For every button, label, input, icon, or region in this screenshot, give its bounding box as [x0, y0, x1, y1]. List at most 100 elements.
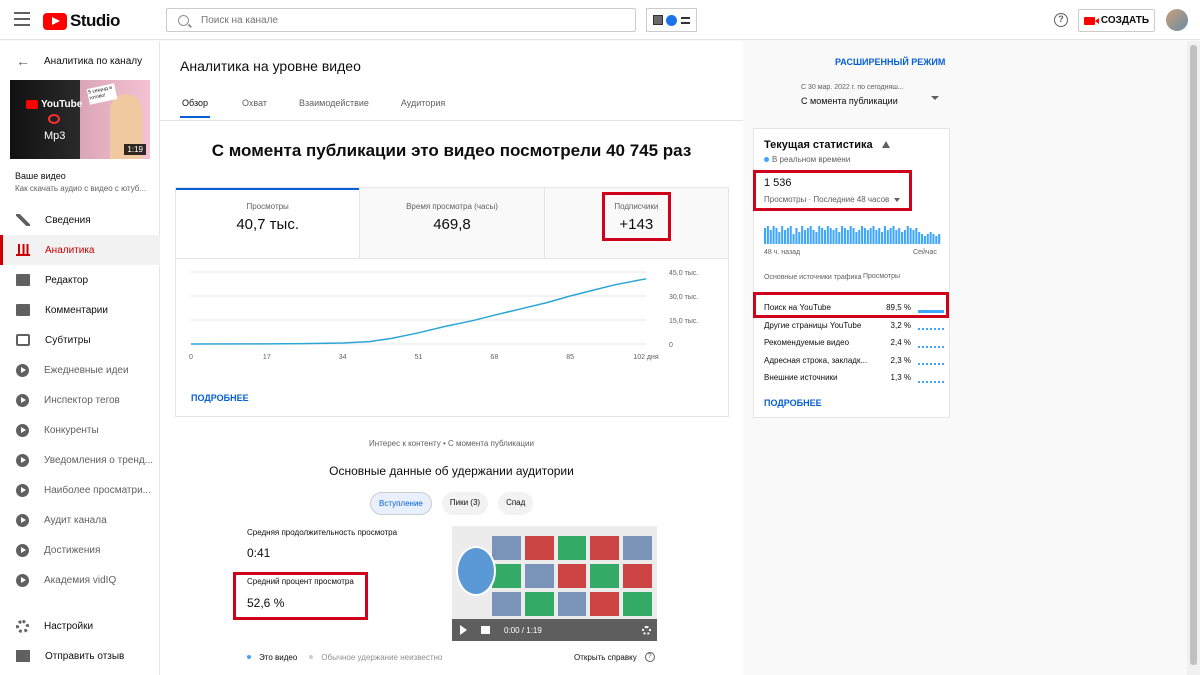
studio-logo[interactable]: Studio — [43, 11, 120, 31]
retention-legend: Это видео Обычное удержание неизвестно — [247, 653, 454, 662]
extensions-box[interactable] — [646, 8, 697, 32]
sidebar-item-analytics[interactable]: Аналитика — [0, 235, 160, 265]
sparkline-bar — [932, 234, 935, 244]
player-person — [456, 546, 496, 596]
open-help-link[interactable]: Открыть справку ? — [574, 652, 655, 662]
feedback-icon — [16, 650, 30, 662]
traffic-source-value: 2,3 % — [890, 355, 911, 365]
traffic-source-sparkline — [918, 302, 944, 313]
headline: С момента публикации это видео посмотрел… — [211, 141, 692, 160]
sidebar-bottom: Настройки Отправить отзыв — [0, 611, 160, 671]
sparkline-bar — [806, 228, 809, 244]
video-player[interactable]: 0:00 / 1:19 — [452, 526, 657, 641]
views-series-line[interactable] — [190, 278, 647, 345]
sidebar-item-subtitles[interactable]: Субтитры — [0, 325, 160, 355]
sidebar-item-editor[interactable]: Редактор — [0, 265, 160, 295]
date-range-sub[interactable]: С 30 мар. 2022 г. по сегодняш... — [801, 84, 911, 91]
sidebar-nav: Сведения Аналитика Редактор Комментарии … — [0, 205, 160, 595]
sparkline-bar — [764, 228, 767, 244]
sparkline-bar — [821, 228, 824, 244]
sidebar-item-feedback[interactable]: Отправить отзыв — [0, 641, 160, 671]
sidebar-item-achievements[interactable]: Достижения — [0, 535, 160, 565]
chip-dips[interactable]: Спад — [498, 492, 534, 515]
volume-icon[interactable] — [481, 626, 490, 634]
sidebar-item-channel-audit[interactable]: Аудит канала — [0, 505, 160, 535]
realtime-card: Текущая статистика В реальном времени 1 … — [753, 128, 950, 418]
sidebar-item-trend-alerts[interactable]: Уведомления о тренд... — [0, 445, 160, 475]
create-button[interactable]: СОЗДАТЬ — [1078, 9, 1155, 32]
sparkline-bar — [815, 232, 818, 244]
advanced-mode-link[interactable]: РАСШИРЕННЫЙ РЕЖИМ — [835, 57, 945, 67]
tab-audience[interactable]: Аудитория — [401, 92, 445, 118]
realtime-period-select[interactable]: Просмотры · Последние 48 часов — [764, 195, 901, 204]
extension-icon[interactable] — [652, 15, 663, 25]
tab-overview[interactable]: Обзор — [180, 92, 210, 118]
tab-reach[interactable]: Охват — [242, 92, 267, 118]
metric-value: 469,8 — [433, 216, 471, 233]
chevron-down-icon[interactable] — [931, 96, 939, 100]
views-chart: 0 15,0 тыс. 30,0 тыс. 45,0 тыс. 0 17 34 51 68 85 1… — [189, 270, 698, 361]
metric-subscribers[interactable]: Подписчики +143 — [543, 188, 728, 258]
sidebar-item-settings[interactable]: Настройки — [0, 611, 160, 641]
metric-label: Время просмотра (часы) — [406, 202, 498, 211]
sparkline-bar — [875, 230, 878, 244]
sparkline-bar — [818, 226, 821, 244]
traffic-source-value: 2,4 % — [890, 338, 911, 348]
scrollbar-thumb[interactable] — [1190, 45, 1197, 665]
sparkline-bar — [883, 226, 886, 244]
sidebar-item-competitors[interactable]: Конкуренты — [0, 415, 160, 445]
vidiq-icon — [16, 393, 29, 407]
legend-item-typical: Обычное удержание неизвестно — [309, 653, 442, 662]
sidebar-item-daily-ideas[interactable]: Ежедневные идеи — [0, 355, 160, 385]
chip-peaks[interactable]: Пики (3) — [441, 492, 489, 515]
play-icon[interactable] — [460, 625, 467, 635]
sidebar-item-label: Аудит канала — [44, 514, 107, 526]
sidebar-item-label: Комментарии — [45, 304, 108, 316]
sidebar-item-label: Достижения — [44, 544, 101, 556]
sparkline-bar — [895, 230, 898, 244]
sparkline-bar — [886, 230, 889, 244]
sidebar-item-label: Наиболее просматри... — [44, 484, 151, 496]
metric-watch-time[interactable]: Время просмотра (часы) 469,8 — [359, 188, 544, 258]
logo-text: Studio — [70, 11, 120, 30]
sparkline-bar — [921, 234, 924, 244]
avatar[interactable] — [1166, 9, 1188, 31]
tab-engagement[interactable]: Взаимодействие — [299, 92, 369, 118]
realtime-more-link[interactable]: ПОДРОБНЕЕ — [764, 398, 822, 408]
page-scrollbar[interactable] — [1187, 41, 1200, 675]
sparkline-bar — [801, 226, 804, 244]
sparkline-bar — [778, 232, 781, 244]
sidebar-item-label: Редактор — [45, 274, 89, 286]
vidiq-extension-icon[interactable] — [666, 14, 678, 26]
collapse-icon[interactable] — [882, 141, 890, 148]
traffic-source-row: Адресная строка, закладк... 2,3 % — [764, 352, 944, 370]
sidebar-item-most-viewed[interactable]: Наиболее просматри... — [0, 475, 160, 505]
menu-icon[interactable] — [14, 12, 30, 26]
sparkline-bar — [809, 226, 812, 244]
player-preview-grid — [492, 536, 652, 616]
sidebar-item-label: Инспектор тегов — [44, 394, 120, 406]
create-label: СОЗДАТЬ — [1100, 15, 1150, 26]
sidebar-item-comments[interactable]: Комментарии — [0, 295, 160, 325]
date-range-select[interactable]: С момента публикации — [801, 96, 898, 106]
search-input[interactable] — [201, 14, 601, 26]
traffic-source-name: Внешние источники — [764, 373, 838, 383]
sparkline-bar — [843, 228, 846, 244]
search-box[interactable] — [166, 8, 636, 32]
sparkline-bar — [858, 230, 861, 244]
search-icon — [178, 14, 189, 26]
y-tick-label: 45,0 тыс. — [669, 270, 698, 277]
sidebar-item-details[interactable]: Сведения — [0, 205, 160, 235]
sidebar-item-tag-inspector[interactable]: Инспектор тегов — [0, 385, 160, 415]
subtitles-icon — [16, 334, 30, 346]
help-icon[interactable]: ? — [1054, 13, 1068, 27]
player-settings-icon[interactable] — [642, 625, 651, 635]
metric-views[interactable]: Просмотры 40,7 тыс. — [176, 188, 360, 258]
extension-menu-icon[interactable] — [681, 16, 691, 24]
more-link[interactable]: ПОДРОБНЕЕ — [191, 393, 249, 403]
chip-intro[interactable]: Вступление — [370, 492, 432, 515]
back-to-channel-analytics[interactable]: ← Аналитика по каналу — [0, 51, 160, 71]
sidebar-item-label: Отправить отзыв — [45, 650, 125, 662]
sidebar-item-vidiq-academy[interactable]: Академия vidIQ — [0, 565, 160, 595]
video-thumbnail[interactable]: YouTube Mp3 5 секунд и готово! 1:19 — [10, 80, 150, 159]
